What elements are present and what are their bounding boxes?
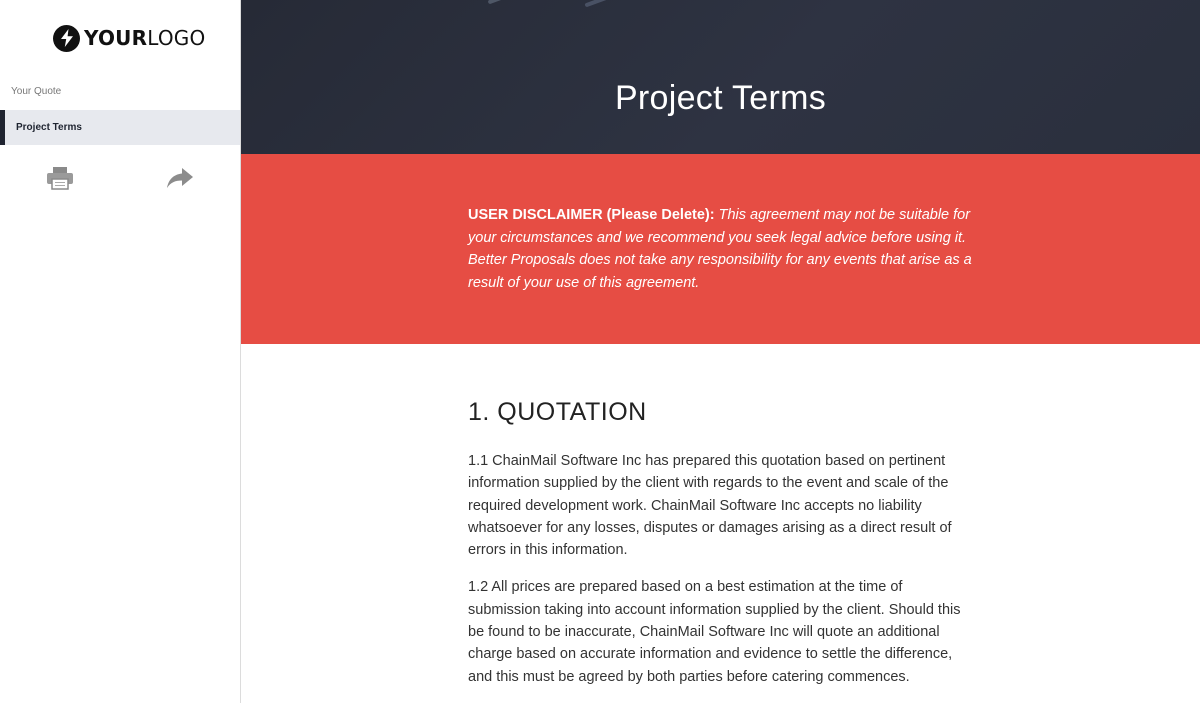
disclaimer-text: USER DISCLAIMER (Please Delete): This ag… bbox=[468, 204, 973, 294]
logo[interactable]: YOURLOGO bbox=[53, 23, 205, 53]
lightning-bolt-icon bbox=[53, 24, 80, 52]
sidebar: YOURLOGO Your Quote Project Terms bbox=[0, 0, 241, 703]
paragraph: 1.1 ChainMail Software Inc has prepared … bbox=[468, 453, 952, 559]
page-title: Project Terms bbox=[614, 78, 827, 117]
logo-text-light: LOGO bbox=[147, 26, 206, 50]
print-button[interactable] bbox=[45, 166, 75, 194]
paragraph: 1.2 All prices are prepared based on a b… bbox=[468, 579, 961, 685]
print-icon bbox=[46, 166, 74, 195]
nav-section-label[interactable]: Your Quote bbox=[11, 86, 61, 97]
nav-item-project-terms[interactable]: Project Terms bbox=[0, 110, 240, 145]
disclaimer-banner: USER DISCLAIMER (Please Delete): This ag… bbox=[241, 154, 1200, 344]
section-heading: 1. QUOTATION bbox=[468, 398, 647, 426]
share-arrow-icon bbox=[166, 167, 194, 194]
logo-text: YOURLOGO bbox=[84, 26, 205, 50]
main-content: Project Terms USER DISCLAIMER (Please De… bbox=[241, 0, 1200, 703]
share-button[interactable] bbox=[165, 166, 195, 194]
hero-banner: Project Terms bbox=[241, 0, 1200, 154]
logo-text-bold: YOUR bbox=[84, 26, 148, 50]
code-background-image bbox=[391, 0, 1200, 154]
terms-content: 1. QUOTATION 1.1 ChainMail Software Inc … bbox=[468, 398, 978, 688]
disclaimer-lead: USER DISCLAIMER (Please Delete): bbox=[468, 207, 715, 223]
